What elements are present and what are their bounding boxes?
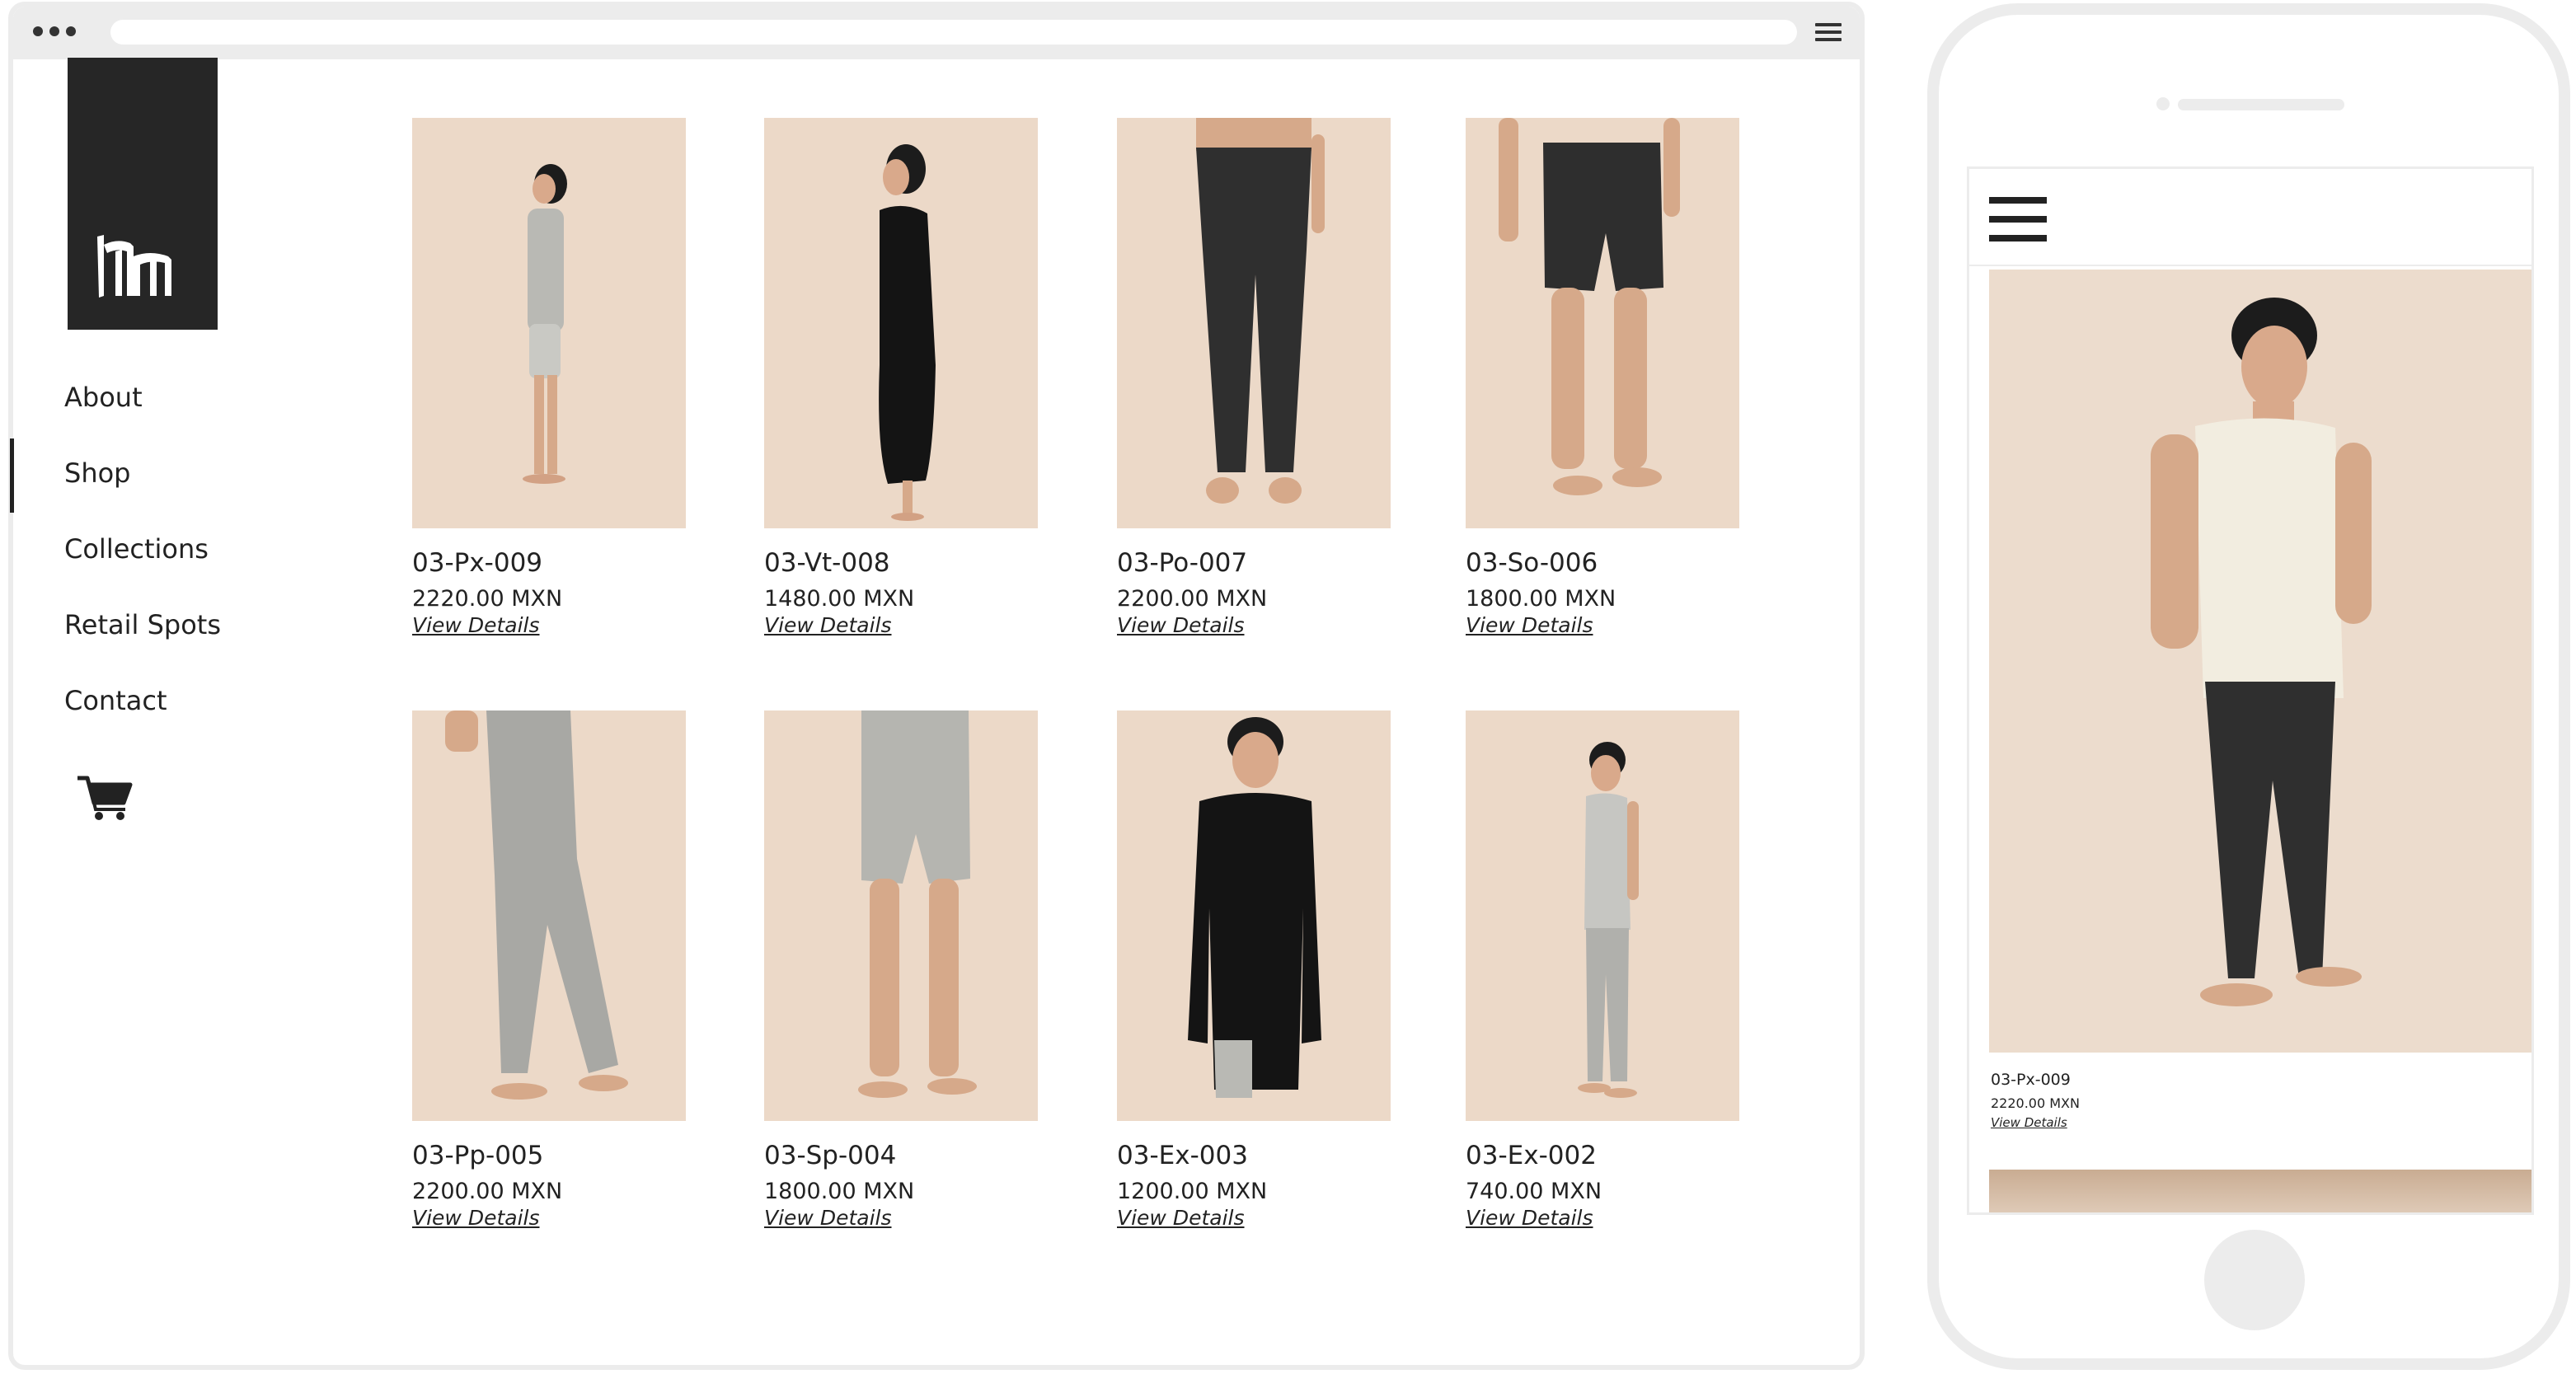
browser-toolbar [13, 7, 1860, 59]
view-details-link[interactable]: View Details [1466, 614, 1593, 639]
view-details-link[interactable]: View Details [1466, 1207, 1593, 1231]
view-details-link[interactable]: View Details [764, 614, 892, 639]
product-photo[interactable] [764, 118, 1038, 528]
product-price: 2200.00 MXN [412, 1179, 563, 1204]
view-details-link[interactable]: View Details [1117, 614, 1245, 639]
product-name: 03-Vt-008 [764, 548, 890, 578]
product-price: 1800.00 MXN [1466, 586, 1616, 612]
product-price: 1200.00 MXN [1117, 1179, 1268, 1204]
mobile-screen: 03-Px-009 2220.00 MXN View Details [1967, 166, 2534, 1215]
product-name: 03-Px-009 [412, 548, 543, 578]
nav-active-indicator [10, 438, 14, 513]
mobile-header [1969, 169, 2531, 266]
product-card[interactable]: 03-Sp-004 1800.00 MXN View Details [764, 710, 1038, 1231]
product-price: 740.00 MXN [1466, 1179, 1602, 1204]
product-photo[interactable] [412, 710, 686, 1121]
product-card[interactable]: 03-Po-007 2200.00 MXN View Details [1117, 118, 1391, 639]
product-name: 03-Ex-003 [1117, 1141, 1248, 1170]
nav-item-retail-spots[interactable]: Retail Spots [64, 590, 221, 666]
product-price: 1480.00 MXN [764, 586, 915, 612]
product-name: 03-Sp-004 [764, 1141, 897, 1170]
mobile-phone-frame: 03-Px-009 2220.00 MXN View Details [1927, 3, 2570, 1370]
product-photo[interactable] [1466, 710, 1739, 1121]
nav-item-shop[interactable]: Shop [64, 438, 221, 514]
mobile-product-price: 2220.00 MXN [1991, 1095, 2080, 1111]
brand-logo[interactable] [68, 58, 218, 330]
phone-camera [2156, 97, 2170, 110]
product-name: 03-So-006 [1466, 548, 1598, 578]
product-photo[interactable] [1117, 118, 1391, 528]
product-card[interactable]: 03-Vt-008 1480.00 MXN View Details [764, 118, 1038, 639]
product-photo[interactable] [1117, 710, 1391, 1121]
phone-home-button[interactable] [2204, 1230, 2305, 1330]
logo-mark [97, 235, 171, 298]
product-name: 03-Ex-002 [1466, 1141, 1597, 1170]
view-details-link[interactable]: View Details [412, 614, 540, 639]
address-bar[interactable] [110, 20, 1797, 45]
nav-item-contact[interactable]: Contact [64, 666, 221, 742]
hamburger-menu-icon[interactable] [1989, 197, 2047, 242]
view-details-link[interactable]: View Details [1117, 1207, 1245, 1231]
product-price: 1800.00 MXN [764, 1179, 915, 1204]
product-name: 03-Pp-005 [412, 1141, 544, 1170]
mobile-next-product-photo[interactable] [1989, 1170, 2531, 1212]
product-card[interactable]: 03-Pp-005 2200.00 MXN View Details [412, 710, 686, 1231]
phone-speaker [2178, 99, 2344, 110]
mobile-product-name: 03-Px-009 [1991, 1071, 2071, 1089]
hamburger-menu-icon[interactable] [1815, 23, 1842, 41]
product-card[interactable]: 03-Px-009 2220.00 MXN View Details [412, 118, 686, 639]
product-photo[interactable] [412, 118, 686, 528]
view-details-link[interactable]: View Details [764, 1207, 892, 1231]
nav-item-about[interactable]: About [64, 363, 221, 438]
product-photo[interactable] [1466, 118, 1739, 528]
mobile-product-photo[interactable] [1989, 270, 2531, 1053]
view-details-link[interactable]: View Details [412, 1207, 540, 1231]
product-price: 2200.00 MXN [1117, 586, 1268, 612]
product-photo[interactable] [764, 710, 1038, 1121]
product-price: 2220.00 MXN [412, 586, 563, 612]
mobile-view-details-link[interactable]: View Details [1991, 1115, 2067, 1130]
product-name: 03-Po-007 [1117, 548, 1248, 578]
browser-dots-icon [33, 26, 76, 36]
sidebar-nav: About Shop Collections Retail Spots Cont… [64, 363, 221, 742]
product-card[interactable]: 03-Ex-002 740.00 MXN View Details [1466, 710, 1739, 1231]
cart-icon[interactable] [76, 773, 134, 823]
nav-item-collections[interactable]: Collections [64, 514, 221, 590]
product-card[interactable]: 03-So-006 1800.00 MXN View Details [1466, 118, 1739, 639]
product-card[interactable]: 03-Ex-003 1200.00 MXN View Details [1117, 710, 1391, 1231]
